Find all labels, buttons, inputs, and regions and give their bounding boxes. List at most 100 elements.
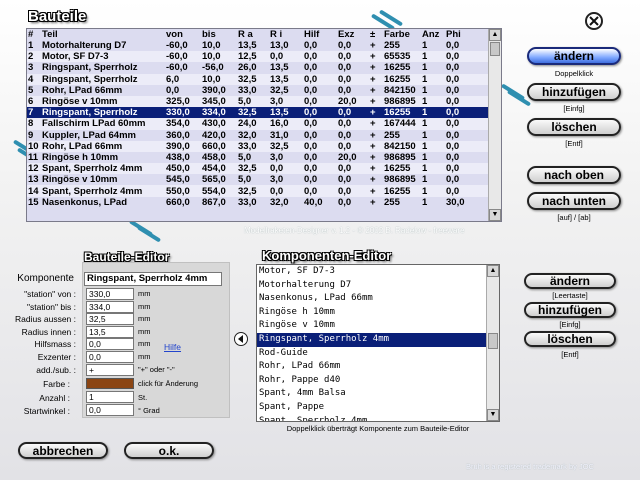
- list-item[interactable]: Rohr, LPad 66mm: [257, 360, 499, 374]
- list-item[interactable]: Ringöse v 10mm: [257, 319, 499, 333]
- table-row[interactable]: 1 Motorhalterung D7 -60,0 10,0 13,5 13,0 0,0 0,…: [27, 40, 490, 51]
- color-label: Farbe :: [43, 379, 70, 389]
- table-cell: Fallschirm LPad 60mm: [41, 118, 165, 130]
- table-cell: 13,5: [238, 40, 257, 52]
- parts-add-button[interactable]: hinzufügen: [527, 83, 621, 101]
- table-row[interactable]: 9 Kuppler, LPad 64mm 360,0 420,0 32,0 31,0 0,0…: [27, 130, 490, 141]
- help-link[interactable]: Hilfe: [164, 342, 181, 352]
- table-cell: 32,5: [237, 73, 269, 85]
- table-row[interactable]: 12 Spant, Sperrholz 4mm 450,0 454,0 32,5 0,0 0…: [27, 163, 490, 175]
- table-row[interactable]: 7 Ringspant, Sperrholz 330,0 334,0 32,5 13,5 0…: [27, 107, 490, 119]
- table-cell: 40,0: [304, 196, 323, 208]
- table-cell: Ringöse v 10mm: [42, 174, 118, 186]
- parts-table[interactable]: # Teil von bis R aR i Hilf Exz ± Farbe Anz Phi 1 Mo…: [26, 28, 502, 222]
- field-input[interactable]: +: [86, 363, 134, 376]
- table-row[interactable]: 13 Ringöse v 10mm 545,0 565,0 5,0 3,0 0,0 0,0 +9…: [27, 174, 490, 185]
- count-field[interactable]: 1: [86, 391, 134, 403]
- color-swatch[interactable]: [86, 378, 134, 389]
- field-label: Radius innen :: [21, 326, 76, 337]
- table-cell: 0,0: [445, 185, 490, 197]
- table-cell: +: [370, 196, 376, 208]
- table-cell: 16255: [383, 185, 421, 197]
- table-cell: 5,0: [237, 95, 269, 108]
- field-label: "station" bis :: [26, 301, 76, 312]
- parts-delete-button[interactable]: löschen: [527, 118, 621, 136]
- table-cell: 0,0: [337, 118, 369, 130]
- table-cell: 33,0: [238, 196, 257, 208]
- list-item[interactable]: Spant, Sperrholz 4mm: [257, 415, 499, 421]
- scroll-thumb[interactable]: [488, 333, 498, 349]
- table-row[interactable]: 15 Nasenkonus, LPad 660,0 867,0 33,0 32,0 40,0…: [27, 197, 490, 208]
- list-item[interactable]: Ringspant, Sperrholz 4mm: [257, 332, 499, 347]
- table-cell: 1: [422, 196, 428, 208]
- column-header: Exz: [337, 29, 369, 40]
- angle-field[interactable]: 0,0: [86, 404, 134, 416]
- table-cell: 0,0: [303, 163, 337, 175]
- field-input[interactable]: 334,0: [86, 300, 134, 313]
- move-hint: [auf] / [ab]: [557, 213, 591, 222]
- table-cell: 438,0: [166, 151, 190, 163]
- table-row[interactable]: 14 Spant, Sperrholz 4mm 550,0 554,0 32,5 0,0 0…: [27, 185, 490, 197]
- table-cell: 16255: [383, 107, 421, 119]
- table-cell: 4: [27, 73, 41, 85]
- komp-add-button[interactable]: hinzufügen: [524, 302, 616, 318]
- table-cell: 1: [422, 62, 428, 74]
- table-cell: 33,0: [238, 84, 257, 96]
- scroll-up-icon[interactable]: ▲: [487, 265, 499, 277]
- scroll-thumb[interactable]: [490, 42, 500, 56]
- table-cell: 12: [27, 163, 41, 175]
- close-icon: [589, 16, 599, 26]
- table-cell: 13: [28, 174, 39, 186]
- table-row[interactable]: 5 Rohr, LPad 66mm 0,0 390,0 33,0 32,5 0,0 0,0 +8…: [27, 85, 490, 96]
- component-list[interactable]: Motor, SF D7-3 Motorhalterung D7 Nasenkonu…: [256, 264, 500, 422]
- field-input[interactable]: 32,5: [86, 313, 134, 326]
- parts-change-button[interactable]: ändern: [527, 47, 621, 65]
- table-row[interactable]: 4 Ringspant, Sperrholz 6,0 10,0 32,5 13,5 0,0 0…: [27, 73, 490, 85]
- scroll-down-icon[interactable]: ▼: [487, 409, 499, 421]
- move-up-button[interactable]: nach oben: [527, 166, 621, 184]
- table-cell: 9: [28, 129, 34, 141]
- list-item[interactable]: Nasenkonus, LPad 66mm: [257, 292, 499, 306]
- table-cell: -56,0: [202, 62, 224, 74]
- transfer-button[interactable]: [234, 332, 248, 346]
- table-row[interactable]: 8 Fallschirm LPad 60mm 354,0 430,0 24,0 16,0 0…: [27, 118, 490, 130]
- list-item[interactable]: Motor, SF D7-3: [257, 265, 499, 279]
- list-item[interactable]: Rohr, Pappe d40: [257, 374, 499, 388]
- table-row[interactable]: 2 Motor, SF D7-3 -60,0 10,0 12,5 0,0 0,0 0,0 +65…: [27, 51, 490, 63]
- component-field[interactable]: Ringspant, Sperrholz 4mm: [84, 272, 222, 286]
- component-scrollbar[interactable]: ▲ ▼: [486, 265, 499, 421]
- table-cell: 0,0: [337, 163, 369, 175]
- scroll-up-icon[interactable]: ▲: [489, 29, 501, 41]
- field-input[interactable]: 0,0: [86, 351, 134, 363]
- list-item[interactable]: Ringöse h 10mm: [257, 306, 499, 320]
- ok-button[interactable]: o.k.: [124, 442, 214, 459]
- list-item[interactable]: Spant, Pappe: [257, 401, 499, 415]
- move-down-button[interactable]: nach unten: [527, 192, 621, 210]
- field-input[interactable]: 0,0: [86, 338, 134, 351]
- table-cell: Rohr, LPad 66mm: [42, 84, 123, 96]
- table-cell: 842150: [383, 140, 421, 152]
- table-cell: 0,0: [269, 51, 303, 63]
- komp-change-button[interactable]: ändern: [524, 273, 616, 289]
- table-cell: 6: [27, 95, 41, 108]
- table-cell: 0,0: [445, 118, 490, 130]
- field-input[interactable]: 330,0: [86, 288, 134, 300]
- table-cell: 0,0: [445, 140, 490, 152]
- table-cell: 345,0: [201, 95, 237, 108]
- scroll-down-icon[interactable]: ▼: [489, 209, 501, 221]
- parts-scrollbar[interactable]: ▲ ▼: [488, 29, 501, 221]
- table-row[interactable]: 6 Ringöse v 10mm 325,0 345,0 5,0 3,0 0,0 20,0 +9…: [27, 95, 490, 108]
- table-row[interactable]: 10 Rohr, LPad 66mm 390,0 660,0 33,0 32,5 0,0 0,…: [27, 140, 490, 152]
- field-label: Radius aussen :: [15, 314, 76, 325]
- field-unit: mm: [138, 352, 151, 361]
- close-button[interactable]: [585, 12, 603, 30]
- field-input[interactable]: 13,5: [86, 325, 134, 338]
- list-item[interactable]: Motorhalterung D7: [257, 279, 499, 293]
- table-cell: 0,0: [445, 95, 490, 108]
- list-item[interactable]: Spant, 4mm Balsa: [257, 387, 499, 401]
- table-row[interactable]: 11 Ringöse h 10mm 438,0 458,0 5,0 3,0 0,0 20,0 +…: [27, 152, 490, 163]
- list-item[interactable]: Rod-Guide: [257, 347, 499, 361]
- table-row[interactable]: 3 Ringspant, Sperrholz -60,0 -56,0 26,0 13,5 0…: [27, 62, 490, 73]
- komp-delete-button[interactable]: löschen: [524, 331, 616, 347]
- cancel-button[interactable]: abbrechen: [18, 442, 108, 459]
